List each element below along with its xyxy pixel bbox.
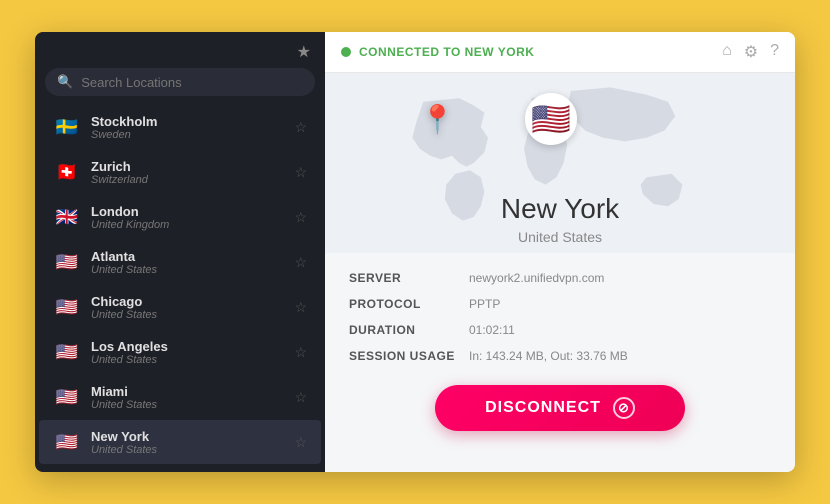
search-bar[interactable]: 🔍 (45, 68, 315, 96)
header-icons: ⌂ ⚙ ? (722, 42, 779, 62)
search-icon: 🔍 (57, 74, 73, 90)
item-star-chicago[interactable]: ☆ (294, 299, 307, 316)
main-panel: CONNECTED TO NEW YORK ⌂ ⚙ ? (325, 32, 795, 472)
sidebar-header: ★ (35, 32, 325, 68)
flag-los-angeles: 🇺🇸 (53, 338, 81, 366)
map-city-name: New York (501, 193, 619, 225)
location-name-stockholm: Stockholm (91, 114, 294, 129)
connected-text: CONNECTED TO NEW YORK (359, 45, 722, 59)
duration-label: DURATION (349, 321, 469, 339)
location-item-london[interactable]: 🇬🇧 London United Kingdom ☆ (39, 195, 321, 239)
favorites-star-icon[interactable]: ★ (297, 42, 311, 62)
location-item-new-york[interactable]: 🇺🇸 New York United States ☆ (39, 420, 321, 464)
map-pin-icon: 📍 (420, 103, 455, 136)
map-country-name: United States (518, 229, 602, 245)
sidebar: ★ 🔍 🇸🇪 Stockholm Sweden ☆ 🇨🇭 Zurich Swit… (35, 32, 325, 472)
flag-stockholm: 🇸🇪 (53, 113, 81, 141)
disconnect-button[interactable]: DISCONNECT ⊘ (435, 385, 685, 431)
search-input[interactable] (81, 75, 303, 90)
no-entry-icon: ⊘ (613, 397, 635, 419)
flag-new-york: 🇺🇸 (53, 428, 81, 456)
location-country-los-angeles: United States (91, 354, 294, 366)
location-name-london: London (91, 204, 294, 219)
location-info-zurich: Zurich Switzerland (91, 159, 294, 186)
help-icon[interactable]: ? (770, 42, 779, 62)
map-flag-circle: 🇺🇸 (525, 93, 577, 145)
session-label: SESSION USAGE (349, 347, 469, 365)
location-country-new-york: United States (91, 444, 294, 456)
flag-chicago: 🇺🇸 (53, 293, 81, 321)
location-item-atlanta[interactable]: 🇺🇸 Atlanta United States ☆ (39, 240, 321, 284)
home-icon[interactable]: ⌂ (722, 42, 732, 62)
location-info-stockholm: Stockholm Sweden (91, 114, 294, 141)
settings-icon[interactable]: ⚙ (744, 42, 758, 62)
location-country-miami: United States (91, 399, 294, 411)
item-star-new-york[interactable]: ☆ (294, 434, 307, 451)
location-item-miami[interactable]: 🇺🇸 Miami United States ☆ (39, 375, 321, 419)
location-item-chicago[interactable]: 🇺🇸 Chicago United States ☆ (39, 285, 321, 329)
location-info-atlanta: Atlanta United States (91, 249, 294, 276)
item-star-zurich[interactable]: ☆ (294, 164, 307, 181)
map-flag: 🇺🇸 (531, 100, 571, 138)
map-section: 📍 🇺🇸 New York United States (325, 73, 795, 253)
location-item-stockholm[interactable]: 🇸🇪 Stockholm Sweden ☆ (39, 105, 321, 149)
duration-value: 01:02:11 (469, 321, 771, 339)
flag-zurich: 🇨🇭 (53, 158, 81, 186)
location-info-london: London United Kingdom (91, 204, 294, 231)
location-info-los-angeles: Los Angeles United States (91, 339, 294, 366)
item-star-miami[interactable]: ☆ (294, 389, 307, 406)
location-item-zurich[interactable]: 🇨🇭 Zurich Switzerland ☆ (39, 150, 321, 194)
location-name-los-angeles: Los Angeles (91, 339, 294, 354)
location-info-chicago: Chicago United States (91, 294, 294, 321)
location-country-atlanta: United States (91, 264, 294, 276)
location-country-london: United Kingdom (91, 219, 294, 231)
session-value: In: 143.24 MB, Out: 33.76 MB (469, 347, 771, 365)
server-value: newyork2.unifiedvpn.com (469, 269, 771, 287)
protocol-label: PROTOCOL (349, 295, 469, 313)
main-header: CONNECTED TO NEW YORK ⌂ ⚙ ? (325, 32, 795, 73)
item-star-stockholm[interactable]: ☆ (294, 119, 307, 136)
item-star-los-angeles[interactable]: ☆ (294, 344, 307, 361)
disconnect-section: DISCONNECT ⊘ (325, 375, 795, 445)
location-item-los-angeles[interactable]: 🇺🇸 Los Angeles United States ☆ (39, 330, 321, 374)
item-star-atlanta[interactable]: ☆ (294, 254, 307, 271)
location-name-atlanta: Atlanta (91, 249, 294, 264)
location-country-stockholm: Sweden (91, 129, 294, 141)
location-country-chicago: United States (91, 309, 294, 321)
location-info-miami: Miami United States (91, 384, 294, 411)
flag-atlanta: 🇺🇸 (53, 248, 81, 276)
location-list: 🇸🇪 Stockholm Sweden ☆ 🇨🇭 Zurich Switzerl… (35, 104, 325, 472)
protocol-value: PPTP (469, 295, 771, 313)
location-name-chicago: Chicago (91, 294, 294, 309)
info-section: SERVER newyork2.unifiedvpn.com PROTOCOL … (325, 253, 795, 375)
location-country-zurich: Switzerland (91, 174, 294, 186)
disconnect-label: DISCONNECT (485, 399, 601, 417)
location-name-new-york: New York (91, 429, 294, 444)
connected-indicator (341, 47, 351, 57)
location-name-zurich: Zurich (91, 159, 294, 174)
item-star-london[interactable]: ☆ (294, 209, 307, 226)
flag-miami: 🇺🇸 (53, 383, 81, 411)
location-info-new-york: New York United States (91, 429, 294, 456)
location-name-miami: Miami (91, 384, 294, 399)
flag-london: 🇬🇧 (53, 203, 81, 231)
app-window: ★ 🔍 🇸🇪 Stockholm Sweden ☆ 🇨🇭 Zurich Swit… (35, 32, 795, 472)
location-item-san-jose[interactable]: 🇺🇸 San Jose United States ☆ (39, 465, 321, 472)
server-label: SERVER (349, 269, 469, 287)
